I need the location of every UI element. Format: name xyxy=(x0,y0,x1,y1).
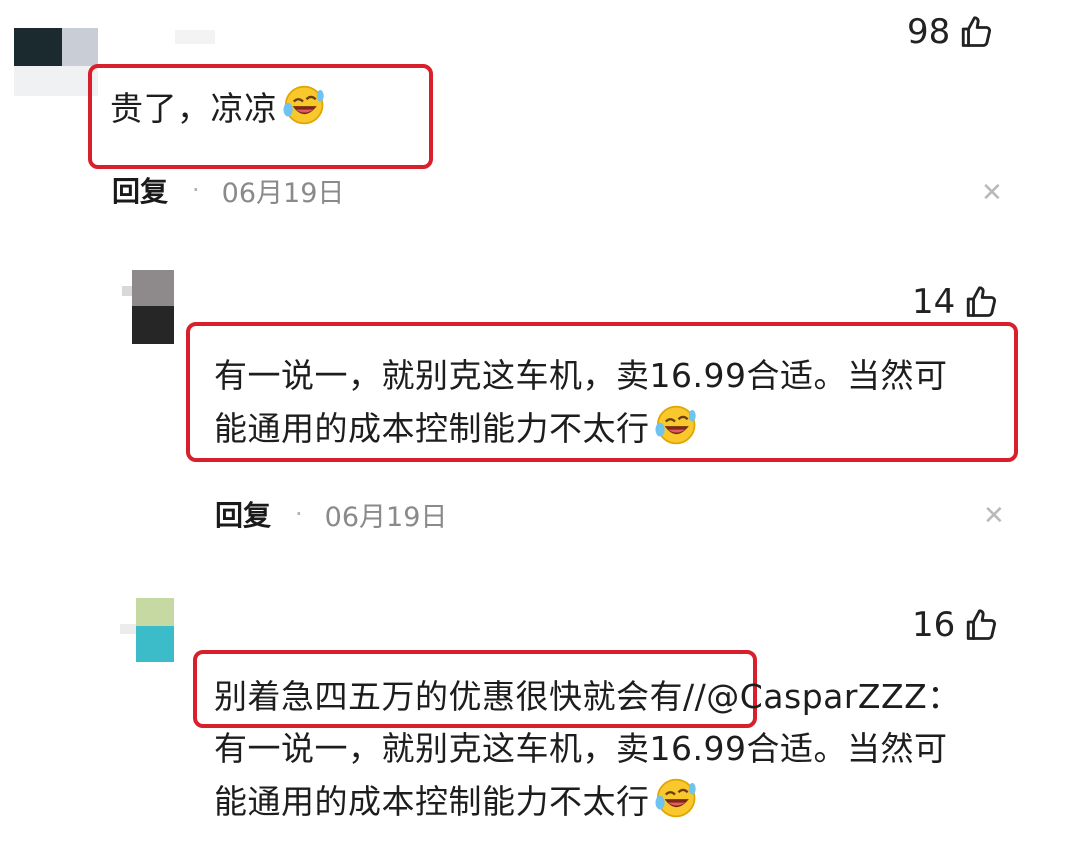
separator-dot: · xyxy=(295,500,303,528)
reply-button[interactable]: 回复 xyxy=(215,494,271,534)
like-button[interactable]: 16 xyxy=(912,607,999,643)
like-count: 98 xyxy=(907,12,951,52)
highlighted-text: 别着急四五万的优惠很快就会有 xyxy=(214,677,683,716)
repost-mention[interactable]: //@CasparZZZ： xyxy=(683,677,961,716)
comment-meta: 回复 · 06月19日 xyxy=(215,494,447,534)
comment-date: 06月19日 xyxy=(221,177,345,209)
thumbs-up-icon xyxy=(967,286,997,317)
avatar[interactable] xyxy=(120,270,176,346)
comment-line: 能通用的成本控制能力不太行 xyxy=(214,402,947,455)
thumbs-up-icon xyxy=(962,16,992,47)
thumbs-up-icon xyxy=(967,609,997,640)
comment-line: 有一说一，就别克这车机，卖16.99合适。当然可 xyxy=(214,729,948,768)
close-icon[interactable]: ✕ xyxy=(983,503,1005,529)
comment-date: 06月19日 xyxy=(324,501,448,533)
avatar[interactable] xyxy=(120,596,176,666)
like-count: 16 xyxy=(912,605,956,645)
comment-line: 别着急四五万的优惠很快就会有//@CasparZZZ： xyxy=(214,671,961,723)
laughing-tears-emoji-icon xyxy=(654,405,696,445)
username-placeholder xyxy=(175,30,215,44)
laughing-tears-emoji-icon xyxy=(654,778,696,818)
laughing-tears-emoji-icon xyxy=(282,85,324,125)
like-count: 14 xyxy=(912,282,956,322)
comment-text: 别着急四五万的优惠很快就会有//@CasparZZZ： 有一说一，就别克这车机，… xyxy=(214,671,961,828)
comment-text: 贵了，凉凉 xyxy=(110,82,326,135)
comment-line: 能通用的成本控制能力不太行 xyxy=(214,775,961,828)
like-button[interactable]: 98 xyxy=(907,14,994,50)
reply-button[interactable]: 回复 xyxy=(112,170,168,210)
close-icon[interactable]: ✕ xyxy=(981,180,1003,206)
comment-meta: 回复 · 06月19日 xyxy=(112,170,344,210)
comment-text: 有一说一，就别克这车机，卖16.99合适。当然可 能通用的成本控制能力不太行 xyxy=(214,350,947,455)
like-button[interactable]: 14 xyxy=(912,284,999,320)
avatar[interactable] xyxy=(6,22,98,100)
separator-dot: · xyxy=(192,176,200,204)
comment-line: 有一说一，就别克这车机，卖16.99合适。当然可 xyxy=(214,356,948,395)
